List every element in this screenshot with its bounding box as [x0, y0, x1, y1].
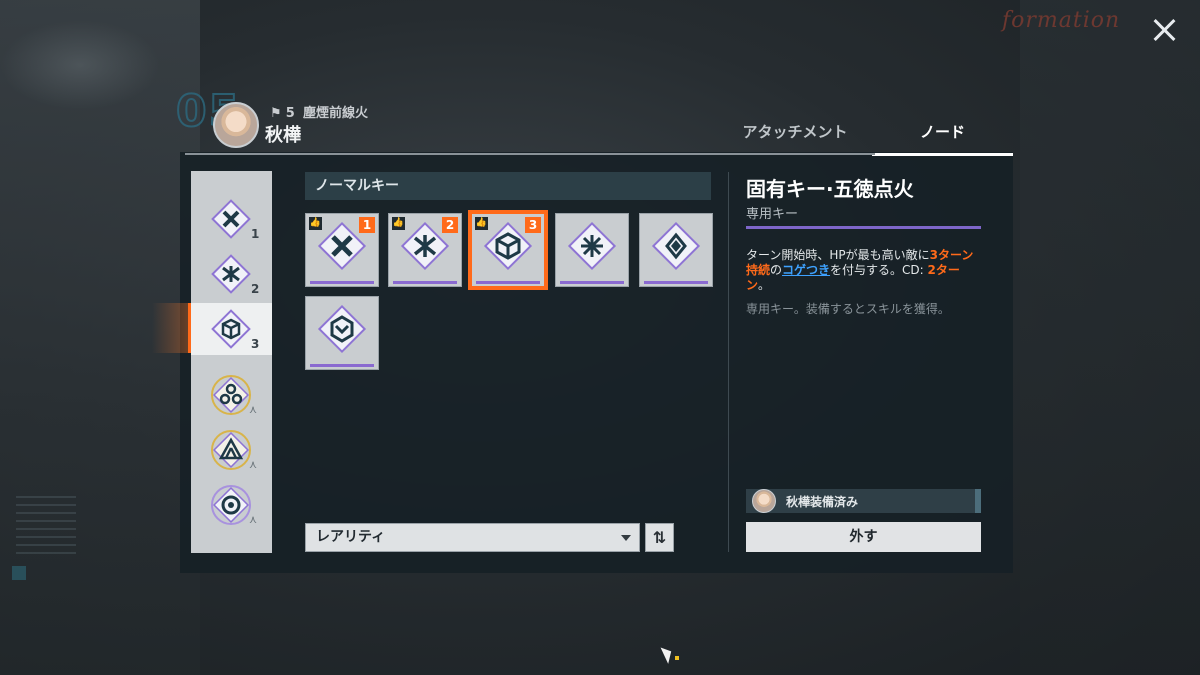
normal-key-header: ノーマルキー	[305, 172, 711, 200]
unequip-button[interactable]: 外す	[746, 522, 981, 552]
equipped-avatar	[752, 489, 776, 513]
desc-text: ターン開始時、HPが最も高い敵に	[746, 248, 930, 262]
panel-divider	[728, 172, 729, 552]
key-card-5[interactable]	[639, 213, 713, 287]
formation-logo: formation	[1002, 8, 1121, 33]
team-number: 5	[285, 106, 295, 121]
key-card-4[interactable]	[555, 213, 629, 287]
desc-text: の	[770, 263, 783, 277]
slot-number: 1	[251, 227, 260, 241]
key-title: 固有キー·五徳点火	[746, 177, 914, 201]
node-slot-1[interactable]: 1	[191, 193, 272, 245]
split-node-icon	[211, 254, 251, 294]
background-decoration	[16, 490, 76, 640]
lattice-key-icon	[567, 221, 617, 271]
node-slot-5[interactable]: ⋏	[191, 424, 272, 476]
key-note: 専用キー。装備するとスキルを獲得。	[746, 302, 950, 316]
cursor-indicator	[675, 656, 679, 660]
status-keyword-link[interactable]: コゲつき	[782, 263, 830, 277]
cube-key-icon	[483, 221, 533, 271]
tab-node[interactable]: ノード	[872, 118, 1013, 156]
node-slot-3[interactable]: 3	[191, 303, 272, 355]
desc-text: を付与する。CD:	[830, 263, 928, 277]
cube-node-icon	[211, 309, 251, 349]
rarity-bar	[476, 281, 540, 284]
mouse-cursor	[660, 644, 676, 664]
target-node-icon	[211, 485, 251, 525]
rarity-bar	[393, 281, 457, 284]
key-description: ターン開始時、HPが最も高い敵に3ターン持続のコゲつきを付与する。CD: 2ター…	[746, 248, 978, 293]
background-square	[12, 566, 26, 580]
slot-number: 3	[251, 337, 260, 351]
flag-icon: ⚑	[270, 106, 282, 121]
character-avatar	[213, 102, 259, 148]
background-glow	[0, 20, 160, 110]
cross-node-icon	[211, 199, 251, 239]
active-slot-glow	[152, 303, 188, 353]
rarity-line	[746, 226, 981, 229]
rarity-sort-dropdown[interactable]: レアリティ	[305, 523, 640, 552]
key-card-6[interactable]	[305, 296, 379, 370]
cross-key-icon	[317, 221, 367, 271]
slot-number: 2	[251, 282, 260, 296]
chevron-down-icon	[621, 535, 631, 541]
key-subtitle: 専用キー	[746, 207, 799, 222]
lock-icon: ⋏	[249, 403, 258, 416]
hex-key-icon	[317, 304, 367, 354]
background-right	[1020, 0, 1200, 675]
tab-bar: アタッチメント ノード	[720, 118, 1013, 156]
rarity-bar	[644, 281, 708, 284]
header-divider	[185, 153, 875, 155]
sort-arrows-icon: ⇅	[652, 528, 667, 547]
team-name: 塵煙前線火	[302, 106, 368, 121]
key-card-1[interactable]: 👍 1	[305, 213, 379, 287]
node-slot-2[interactable]: 2	[191, 248, 272, 300]
team-label: ⚑ 5 塵煙前線火	[270, 102, 368, 121]
split-key-icon	[400, 221, 450, 271]
triskelion-node-icon	[211, 375, 251, 415]
sort-order-button[interactable]: ⇅	[645, 523, 674, 552]
key-card-3[interactable]: 👍 3	[468, 210, 548, 290]
lock-icon: ⋏	[249, 458, 258, 471]
tab-attachment[interactable]: アタッチメント	[720, 118, 870, 156]
equipped-label: 秋樺装備済み	[786, 495, 859, 509]
rarity-bar	[560, 281, 624, 284]
key-card-2[interactable]: 👍 2	[388, 213, 462, 287]
rarity-bar	[310, 281, 374, 284]
equipped-stripe	[975, 489, 981, 513]
diamond-key-icon	[651, 221, 701, 271]
rarity-bar	[310, 364, 374, 367]
node-slot-6[interactable]: ⋏	[191, 479, 272, 531]
triangle-node-icon	[211, 430, 251, 470]
desc-text: 。	[758, 278, 771, 292]
lock-icon: ⋏	[249, 513, 258, 526]
node-slot-list: 1 2 3 ⋏ ⋏ ⋏	[191, 171, 272, 553]
character-name: 秋樺	[265, 125, 301, 146]
rarity-sort-label: レアリティ	[316, 529, 386, 545]
node-slot-4[interactable]: ⋏	[191, 369, 272, 421]
equipped-status: 秋樺装備済み	[746, 489, 981, 513]
close-icon[interactable]	[1148, 14, 1180, 46]
